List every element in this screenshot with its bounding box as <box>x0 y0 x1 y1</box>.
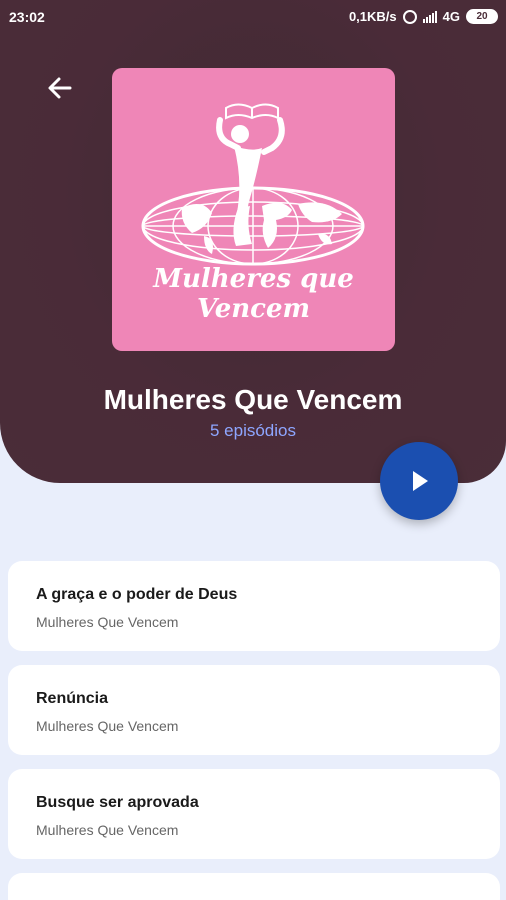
battery-icon: 20 <box>466 9 498 24</box>
cover-script-title: Mulheres que Vencem <box>153 264 354 324</box>
cover-logo-text: Mulheres que Vencem <box>112 264 395 324</box>
alarm-icon <box>402 9 417 24</box>
episode-card[interactable]: Busque ser aprovada Mulheres Que Vencem <box>8 769 500 859</box>
play-icon <box>413 471 428 491</box>
network-speed: 0,1KB/s <box>348 9 397 24</box>
episode-list: A graça e o poder de Deus Mulheres Que V… <box>8 561 500 900</box>
episode-title: Renúncia <box>36 690 109 707</box>
episode-title: A graça e o poder de Deus <box>36 586 238 603</box>
episode-card[interactable]: A graça e o poder de Deus Mulheres Que V… <box>8 561 500 651</box>
back-arrow-icon[interactable] <box>44 72 76 104</box>
episode-author: Mulheres Que Vencem <box>36 822 179 838</box>
signal-icon <box>422 10 437 23</box>
episode-card[interactable] <box>8 873 500 900</box>
episode-author: Mulheres Que Vencem <box>36 718 179 734</box>
play-button[interactable] <box>380 442 458 520</box>
episodes-count: 5 episódios <box>209 421 296 440</box>
status-time: 23:02 <box>9 9 45 25</box>
status-icons: 0,1KB/s 4G 20 <box>349 9 498 24</box>
podcast-cover-image: Mulheres que Vencem <box>112 68 395 351</box>
podcast-title: Mulheres Que Vencem <box>103 384 403 415</box>
network-type: 4G <box>442 9 460 24</box>
episode-author: Mulheres Que Vencem <box>36 614 179 630</box>
episode-card[interactable]: Renúncia Mulheres Que Vencem <box>8 665 500 755</box>
episode-title: Busque ser aprovada <box>36 794 199 811</box>
status-bar: 23:02 0,1KB/s 4G 20 <box>0 0 506 34</box>
